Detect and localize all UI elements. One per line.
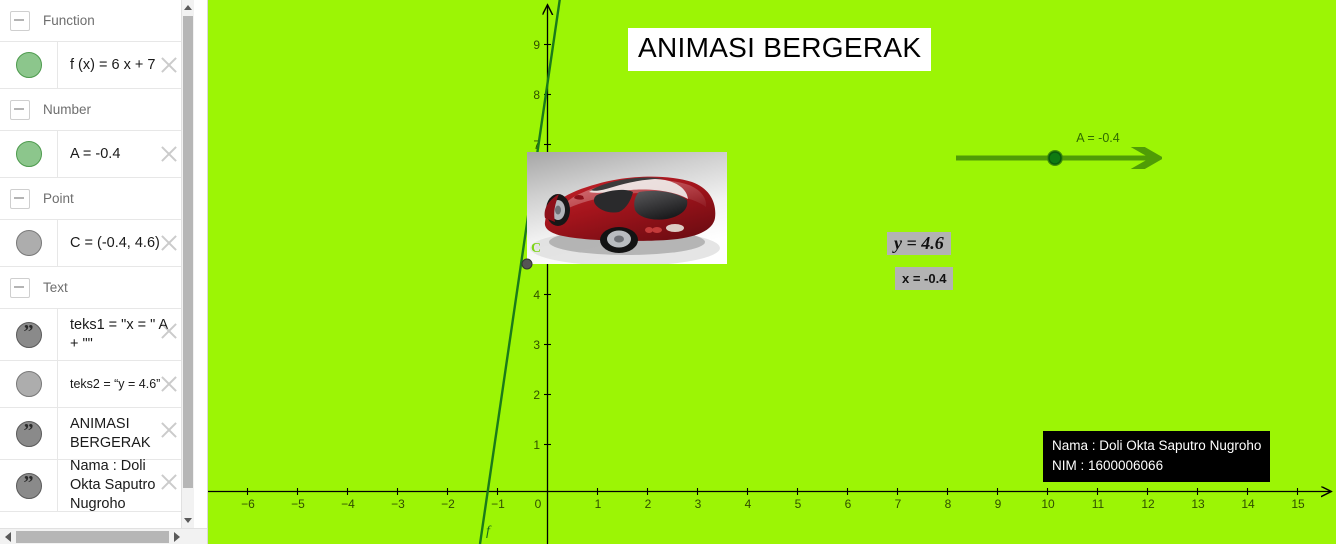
svg-text:8: 8: [945, 497, 952, 511]
marble-cell[interactable]: ”: [0, 460, 58, 511]
svg-text:−5: −5: [291, 497, 305, 511]
svg-text:9: 9: [533, 38, 540, 52]
text-object-x-value[interactable]: x = -0.4: [895, 267, 954, 290]
svg-text:3: 3: [695, 497, 702, 511]
car-photo-svg: [527, 152, 727, 264]
minus-icon[interactable]: [10, 277, 30, 298]
algebra-row-function[interactable]: f (x) = 6 x + 7: [0, 42, 183, 89]
group-label: Function: [43, 13, 95, 28]
group-header-text[interactable]: Text: [0, 267, 183, 309]
algebra-view-sidebar: Function f (x) = 6 x + 7 Number A = -0.4: [0, 0, 208, 544]
svg-text:11: 11: [1092, 497, 1105, 511]
close-icon[interactable]: [159, 144, 179, 164]
arrow-up-icon[interactable]: [182, 0, 194, 15]
svg-text:−1: −1: [491, 497, 505, 511]
svg-text:15: 15: [1291, 497, 1305, 511]
nim-line: NIM : 1600006066: [1052, 458, 1164, 473]
point-label-c: C: [531, 241, 542, 256]
svg-text:−4: −4: [341, 497, 355, 511]
gray-filled-circle-icon[interactable]: [15, 230, 42, 256]
marble-cell[interactable]: [0, 220, 58, 266]
group-header-point[interactable]: Point: [0, 178, 183, 220]
svg-text:3: 3: [533, 338, 540, 352]
svg-text:12: 12: [1141, 497, 1155, 511]
text-object-y-value[interactable]: y = 4.6: [887, 232, 951, 255]
green-filled-circle-icon[interactable]: [15, 141, 42, 167]
svg-text:8: 8: [533, 88, 540, 102]
algebra-row-nama[interactable]: ” Nama : Doli Okta Saputro Nugroho: [0, 458, 183, 512]
svg-text:13: 13: [1191, 497, 1205, 511]
svg-text:0: 0: [535, 497, 542, 511]
group-label: Number: [43, 102, 92, 117]
algebra-row-teks1[interactable]: ” teks1 = "x = " A + "": [0, 309, 183, 361]
svg-text:2: 2: [645, 497, 652, 511]
marble-cell[interactable]: [0, 42, 58, 88]
marble-cell[interactable]: [0, 361, 58, 407]
algebra-item-list: Function f (x) = 6 x + 7 Number A = -0.4: [0, 0, 183, 528]
close-icon[interactable]: [159, 420, 179, 440]
group-label: Text: [43, 280, 68, 295]
gray-filled-circle-icon[interactable]: [15, 371, 42, 397]
svg-text:−3: −3: [391, 497, 405, 511]
slider-a[interactable]: [948, 147, 1168, 169]
vertical-scrollbar[interactable]: [181, 0, 194, 528]
svg-text:7: 7: [895, 497, 902, 511]
marble-cell[interactable]: ”: [0, 309, 58, 360]
green-filled-circle-icon[interactable]: [15, 52, 42, 78]
svg-text:−2: −2: [441, 497, 455, 511]
close-icon[interactable]: [159, 55, 179, 75]
geogebra-window: Function f (x) = 6 x + 7 Number A = -0.4: [0, 0, 1336, 544]
close-icon[interactable]: [159, 472, 179, 492]
close-icon[interactable]: [159, 321, 179, 341]
group-header-function[interactable]: Function: [0, 0, 183, 42]
red-sports-car-image[interactable]: [527, 152, 727, 264]
svg-text:4: 4: [533, 288, 540, 302]
minus-icon[interactable]: [10, 99, 30, 120]
algebra-row-point[interactable]: C = (-0.4, 4.6): [0, 220, 183, 267]
name-line: Nama : Doli Okta Saputro Nugroho: [1052, 438, 1262, 453]
arrow-left-icon[interactable]: [0, 529, 16, 544]
quote-circle-icon[interactable]: ”: [15, 471, 42, 499]
svg-text:10: 10: [1041, 497, 1055, 511]
svg-text:5: 5: [795, 497, 802, 511]
svg-text:1: 1: [533, 438, 540, 452]
marble-cell[interactable]: [0, 131, 58, 177]
function-label-f: f: [486, 524, 490, 539]
quote-circle-icon[interactable]: ”: [15, 419, 42, 447]
algebra-row-teks2[interactable]: teks2 = “y = 4.6”: [0, 361, 183, 408]
algebra-row-label: ANIMASI BERGERAK: [70, 415, 151, 451]
svg-text:2: 2: [533, 388, 540, 402]
close-icon[interactable]: [159, 233, 179, 253]
minus-icon[interactable]: [10, 188, 30, 209]
arrow-right-icon[interactable]: [169, 529, 185, 544]
group-label: Point: [43, 191, 74, 206]
svg-text:1: 1: [595, 497, 602, 511]
text-object-name-nim[interactable]: Nama : Doli Okta Saputro Nugroho NIM : 1…: [1043, 431, 1271, 482]
quote-circle-icon[interactable]: ”: [15, 320, 42, 348]
minus-icon[interactable]: [10, 10, 30, 31]
svg-text:9: 9: [995, 497, 1002, 511]
quote-glyph: ”: [23, 320, 34, 343]
marble-cell[interactable]: ”: [0, 408, 58, 459]
svg-text:6: 6: [845, 497, 852, 511]
quote-glyph: ”: [23, 471, 34, 494]
vertical-scrollbar-thumb[interactable]: [183, 16, 193, 488]
arrow-down-icon[interactable]: [182, 513, 194, 528]
algebra-row-number[interactable]: A = -0.4: [0, 131, 183, 178]
group-header-number[interactable]: Number: [0, 89, 183, 131]
close-icon[interactable]: [159, 374, 179, 394]
graphics-view[interactable]: −6 −5 −4 −3 −2 −1 0 1 2 3 4 5 6 7 8 9 10…: [208, 0, 1336, 544]
horizontal-scrollbar-thumb[interactable]: [16, 531, 169, 543]
title-text-object[interactable]: ANIMASI BERGERAK: [628, 28, 932, 71]
svg-text:4: 4: [745, 497, 752, 511]
quote-glyph: ”: [23, 419, 34, 442]
svg-text:−6: −6: [241, 497, 255, 511]
horizontal-scrollbar[interactable]: [0, 528, 207, 544]
svg-text:14: 14: [1241, 497, 1255, 511]
slider-value-label: A = -0.4: [1076, 131, 1120, 145]
